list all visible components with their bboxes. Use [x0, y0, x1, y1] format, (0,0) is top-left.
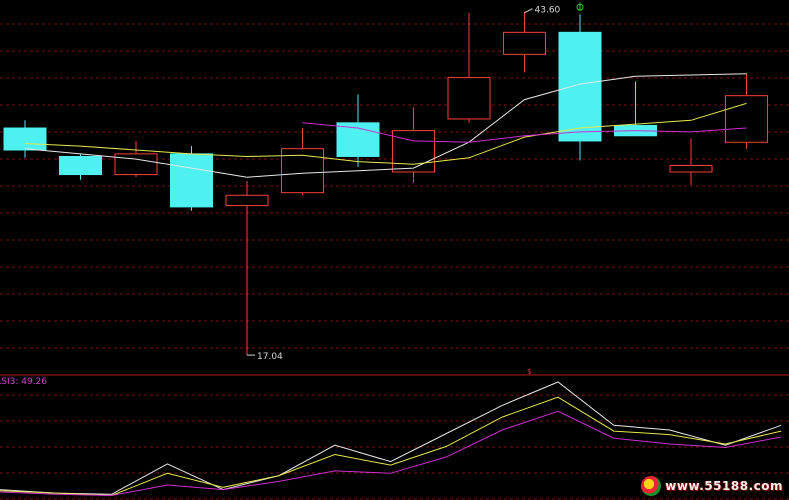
candlestick-chart: 43.60 17.04 $ RSI3: 49.26: [0, 2, 789, 500]
candle-body-down: [3, 127, 47, 151]
candle: [59, 153, 102, 180]
candle-body-down: [170, 153, 213, 208]
candle: [447, 12, 491, 123]
candle-body-up: [725, 95, 768, 143]
high-pointer: [524, 8, 533, 14]
candle: [392, 107, 435, 183]
candle: [170, 146, 213, 211]
candle: [558, 14, 602, 161]
candle-body-up: [392, 130, 435, 173]
candle-body-up: [503, 31, 546, 55]
high-price-label: 43.60: [535, 6, 561, 16]
candle-body-up: [114, 153, 158, 176]
grid: [0, 23, 789, 500]
candle: [669, 138, 713, 185]
candle-body-up: [669, 165, 713, 173]
rsi-label: RSI3: 49.26: [0, 377, 47, 387]
low-price-label: 17.04: [257, 352, 283, 362]
candle-body-up: [225, 194, 269, 207]
up-arrow-icon: [576, 2, 584, 11]
candle: [281, 128, 324, 196]
site-watermark: www.55188.com: [641, 474, 783, 498]
divider-marker: $: [527, 367, 532, 376]
candle-body-down: [558, 31, 602, 142]
watermark-text: www.55188.com: [665, 479, 783, 493]
candle: [3, 120, 47, 158]
candle: [503, 11, 546, 73]
site-logo-icon: [641, 476, 662, 496]
candle-body-down: [59, 155, 102, 176]
candle-body-up: [447, 77, 491, 120]
candles: [3, 11, 768, 356]
candle: [614, 81, 657, 137]
stock-chart-window: 43.60 17.04 $ RSI3: 49.26 www.55188.com: [0, 0, 789, 500]
candle: [725, 73, 768, 149]
candle: [225, 181, 269, 356]
